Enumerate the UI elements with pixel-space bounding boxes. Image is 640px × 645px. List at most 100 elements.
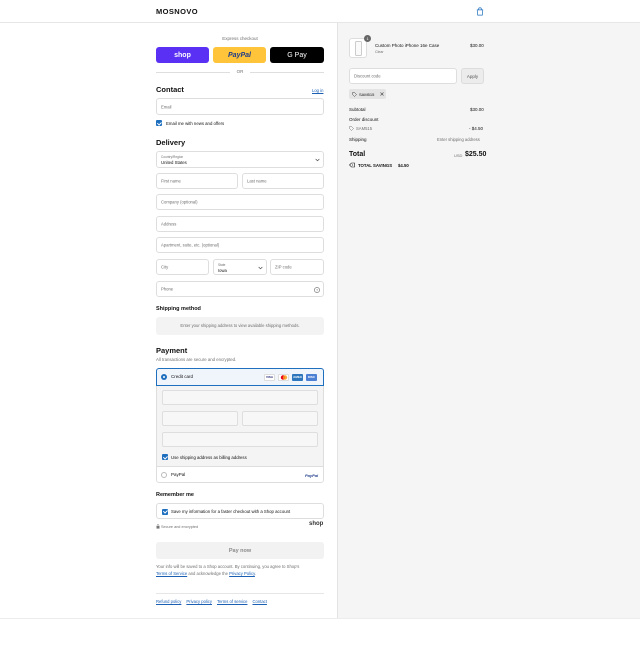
page-header: MOSNOVO (0, 0, 640, 23)
legal-period: . (254, 570, 257, 576)
credit-card-radio[interactable] (161, 374, 167, 380)
subtotal-value: $30.00 (470, 107, 484, 112)
tag-icon (351, 91, 357, 97)
store-logo[interactable]: MOSNOVO (156, 7, 198, 16)
discount-tag-chip: SAM515 (349, 89, 386, 99)
privacy-policy-inline-link[interactable]: Privacy Policy (229, 571, 255, 576)
total-savings-value: $4.50 (398, 162, 409, 168)
chevron-down-icon (315, 158, 320, 162)
remember-title: Remember me (156, 492, 194, 498)
amex-logo: AMEX (292, 373, 303, 381)
discover-logo: DISC (306, 373, 317, 381)
divider-right (250, 71, 324, 73)
discount-placeholder: Discount code (354, 73, 381, 79)
state-value: Iowa (218, 267, 227, 273)
savings-tag-icon (349, 162, 355, 168)
address-placeholder: Address (161, 221, 177, 227)
legal-line1: Your info will be saved to a Shop accoun… (156, 564, 300, 569)
remove-discount-icon[interactable] (380, 92, 384, 96)
state-select[interactable]: State Iowa (213, 259, 267, 275)
quantity-badge: 1 (364, 35, 371, 42)
terms-of-service-link[interactable]: Terms of Service (156, 571, 187, 576)
state-label: State (218, 262, 226, 267)
product-name: Custom Photo iPhone 16e Case (375, 43, 440, 48)
product-variant: Clear (375, 50, 384, 54)
billing-checkbox[interactable] (162, 454, 168, 460)
divider-left (156, 71, 230, 73)
help-icon[interactable]: ? (314, 286, 320, 293)
zip-field[interactable]: ZIP code (270, 259, 324, 275)
order-summary-panel (337, 23, 640, 618)
legal-and: and acknowledge the (188, 570, 228, 576)
or-divider-label: OR (236, 69, 244, 74)
news-checkbox[interactable] (156, 120, 162, 126)
contact-link[interactable]: Contact (252, 599, 266, 604)
privacy-policy-link[interactable]: Privacy policy (186, 599, 212, 604)
shipping-notice-box: Enter your shipping address to view avai… (156, 317, 324, 335)
country-select[interactable]: Country/Region United States (156, 151, 324, 168)
express-checkout-label: Express checkout (222, 36, 258, 41)
footer-divider (0, 618, 640, 619)
country-label: Country/Region (161, 155, 184, 159)
payment-secure-note: All transactions are secure and encrypte… (156, 357, 237, 362)
shipping-value: Enter shipping address (437, 137, 480, 142)
subtotal-label: Subtotal (349, 107, 366, 112)
shipping-method-title: Shipping method (156, 306, 201, 312)
address-field[interactable]: Address (156, 216, 324, 232)
company-field[interactable]: Company (optional) (156, 194, 324, 210)
paypal-option[interactable]: PayPal PayPal (157, 466, 323, 482)
google-pay-button[interactable]: G Pay (270, 47, 324, 63)
billing-label: Use shipping address as billing address (171, 455, 247, 460)
total-currency: USD (454, 153, 463, 158)
last-name-field[interactable]: Last name (242, 173, 324, 189)
zip-placeholder: ZIP code (275, 264, 292, 270)
email-field[interactable]: Email (156, 98, 324, 115)
footer-links: Refund policy Privacy policy Terms of se… (156, 599, 267, 604)
apartment-field[interactable]: Apartment, suite, etc. (optional) (156, 237, 324, 253)
refund-policy-link[interactable]: Refund policy (156, 599, 181, 604)
first-name-field[interactable]: First name (156, 173, 238, 189)
login-link[interactable]: Log in (312, 88, 323, 93)
tag-icon (349, 126, 354, 131)
total-value: $25.50 (465, 151, 487, 158)
pay-now-button[interactable]: Pay now (156, 542, 324, 559)
shipping-notice: Enter your shipping address to view avai… (180, 323, 300, 328)
paypal-radio[interactable] (161, 472, 167, 478)
legal-text: Your info will be saved to a Shop accoun… (156, 564, 324, 577)
contact-title: Contact (156, 85, 184, 94)
card-expiry-field[interactable] (162, 411, 238, 426)
email-placeholder: Email (161, 104, 172, 109)
card-cvc-field[interactable] (242, 411, 318, 426)
card-name-field[interactable] (162, 432, 318, 447)
discount-code-line: SAM515 (356, 126, 373, 131)
shop-logo: shop (309, 521, 324, 527)
applied-code: SAM515 (359, 91, 375, 97)
paypal-logo: PayPal (305, 472, 319, 478)
paypal-option-label: PayPal (171, 472, 186, 477)
city-placeholder: City (161, 264, 169, 270)
news-label: Email me with news and offers (166, 121, 225, 126)
city-field[interactable]: City (156, 259, 209, 275)
save-info-box: Save my information for a faster checkou… (156, 503, 324, 519)
terms-of-service-footer-link[interactable]: Terms of service (217, 599, 247, 604)
credit-card-option[interactable]: Credit card VISA AMEX DISC (156, 368, 324, 386)
apartment-placeholder: Apartment, suite, etc. (optional) (161, 242, 220, 248)
last-name-placeholder: Last name (247, 178, 267, 184)
visa-logo: VISA (264, 373, 275, 381)
card-number-field[interactable] (162, 390, 318, 405)
phone-field[interactable]: Phone ? (156, 281, 324, 297)
shopping-bag-icon[interactable] (476, 7, 484, 16)
delivery-title: Delivery (156, 138, 186, 147)
secure-label: Secure and encrypted (161, 524, 199, 529)
country-value: United States (161, 160, 187, 165)
discount-code-field[interactable]: Discount code (349, 68, 457, 84)
paypal-button[interactable]: PayPal (213, 47, 266, 63)
shop-pay-button[interactable]: shop (156, 47, 209, 63)
credit-card-label: Credit card (171, 374, 194, 379)
apply-button[interactable]: Apply (461, 68, 484, 84)
footer-rule (156, 593, 324, 594)
total-label: Total (349, 151, 366, 158)
save-info-checkbox[interactable] (162, 508, 168, 515)
chevron-down-icon (470, 152, 640, 302)
total-savings-label: TOTAL SAVINGS (358, 162, 393, 168)
